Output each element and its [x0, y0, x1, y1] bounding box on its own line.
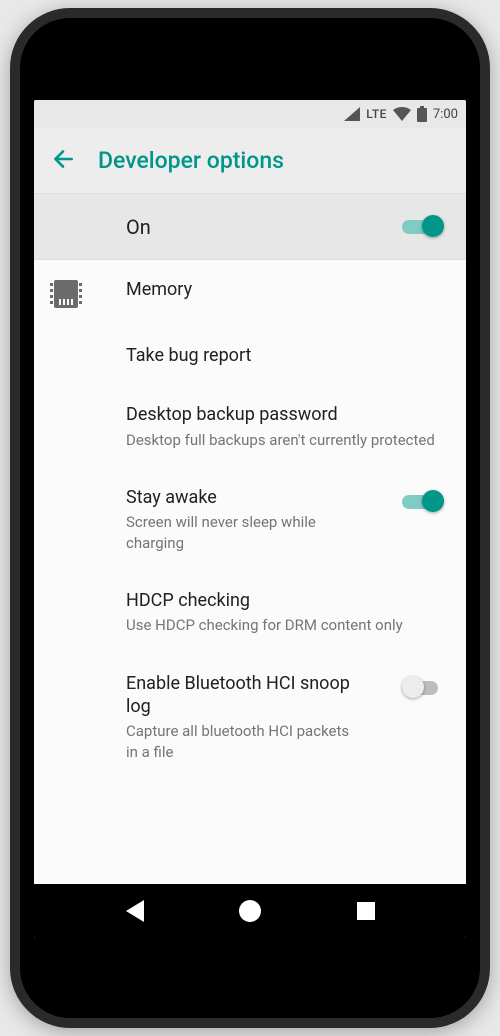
item-subtitle: Use HDCP checking for DRM content only — [126, 615, 446, 635]
list-item-bugreport[interactable]: Take bug report — [34, 326, 466, 385]
page-title: Developer options — [98, 147, 284, 174]
wifi-icon — [393, 107, 411, 121]
signal-icon — [344, 107, 360, 121]
item-subtitle: Screen will never sleep while charging — [126, 512, 366, 553]
circle-home-icon — [239, 900, 261, 922]
nav-recents-button[interactable] — [351, 896, 381, 926]
bt-hci-switch[interactable] — [402, 676, 446, 700]
status-bar: LTE 7:00 — [34, 100, 466, 128]
battery-icon — [417, 106, 427, 122]
list-item-bt-hci[interactable]: Enable Bluetooth HCI snoop log Capture a… — [34, 654, 466, 780]
nav-home-button[interactable] — [235, 896, 265, 926]
item-title: Enable Bluetooth HCI snoop log — [126, 672, 356, 719]
phone-frame: LTE 7:00 Developer options On — [10, 8, 490, 1028]
phone-bezel: LTE 7:00 Developer options On — [20, 18, 480, 1018]
list-item-backup-password[interactable]: Desktop backup password Desktop full bac… — [34, 385, 466, 468]
back-arrow-icon[interactable] — [50, 146, 76, 176]
item-subtitle: Desktop full backups aren't currently pr… — [126, 430, 446, 450]
triangle-back-icon — [126, 900, 144, 922]
master-toggle-label: On — [126, 215, 151, 239]
item-title: Stay awake — [126, 486, 386, 509]
stay-awake-switch[interactable] — [402, 490, 446, 514]
screen: LTE 7:00 Developer options On — [34, 100, 466, 938]
memory-chip-icon — [54, 280, 78, 308]
item-title: Desktop backup password — [126, 403, 446, 426]
settings-list: Memory Take bug report Desktop backup pa… — [34, 260, 466, 884]
item-title: Memory — [126, 278, 446, 301]
clock-label: 7:00 — [433, 107, 458, 122]
item-title: HDCP checking — [126, 589, 446, 612]
list-item-hdcp[interactable]: HDCP checking Use HDCP checking for DRM … — [34, 571, 466, 654]
app-bar: Developer options — [34, 128, 466, 194]
list-item-memory[interactable]: Memory — [34, 260, 466, 326]
master-toggle-row[interactable]: On — [34, 194, 466, 260]
navigation-bar — [34, 884, 466, 938]
network-label: LTE — [366, 107, 387, 121]
list-item-stay-awake[interactable]: Stay awake Screen will never sleep while… — [34, 468, 466, 571]
master-toggle-switch[interactable] — [402, 215, 446, 239]
nav-back-button[interactable] — [120, 896, 150, 926]
item-title: Take bug report — [126, 344, 446, 367]
item-subtitle: Capture all bluetooth HCI packets in a f… — [126, 721, 356, 762]
square-recents-icon — [357, 902, 375, 920]
